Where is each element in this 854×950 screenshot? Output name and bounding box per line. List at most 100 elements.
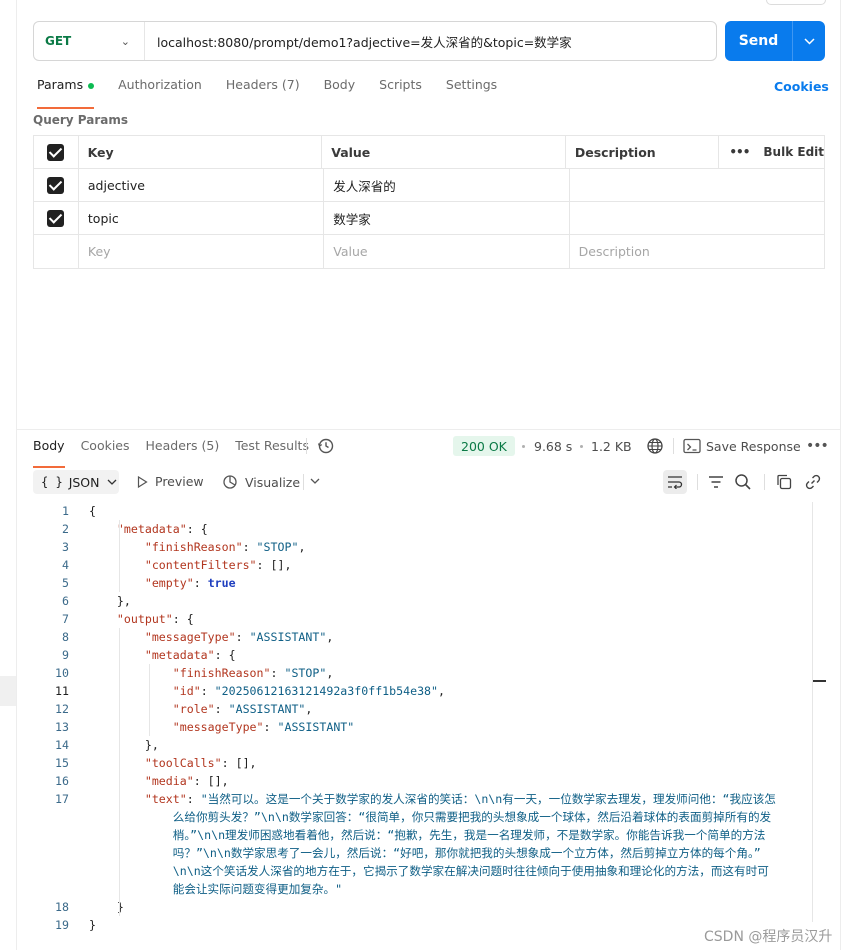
code-line: 7 "output": {	[33, 610, 826, 628]
code-line: 17 "text": "当然可以。这是一个关于数学家的发人深省的笑话：\n\n有…	[33, 790, 826, 898]
code-text: }	[89, 918, 96, 932]
tab-response-body[interactable]: Body	[33, 438, 65, 468]
save-response-button[interactable]: Save Response	[706, 439, 801, 454]
line-number: 18	[55, 900, 69, 914]
table-header-row: Key Value Description ••• Bulk Edit	[34, 136, 824, 169]
watermark: CSDN @程序员汉升	[704, 929, 833, 945]
line-number: 6	[62, 594, 69, 608]
row-checkbox[interactable]	[47, 209, 65, 227]
param-description-field[interactable]	[570, 202, 824, 234]
line-number: 14	[55, 738, 69, 752]
search-icon[interactable]	[734, 473, 752, 491]
bulk-edit-button[interactable]: ••• Bulk Edit	[719, 136, 824, 168]
divider	[697, 474, 698, 490]
code-line: 15 "toolCalls": [],	[33, 754, 826, 772]
new-value-field[interactable]: Value	[324, 235, 570, 268]
code-line: 4 "contentFilters": [],	[33, 556, 826, 574]
param-description-field[interactable]	[570, 169, 824, 201]
code-line: 5 "empty": true	[33, 574, 826, 592]
top-toolbar-button[interactable]	[766, 0, 826, 5]
query-params-title: Query Params	[33, 113, 129, 127]
method-select[interactable]: GET ⌄	[34, 22, 145, 60]
send-options-chevron-icon[interactable]	[792, 21, 825, 61]
code-text: "toolCalls": [],	[144, 756, 257, 770]
tab-test-results[interactable]: Test Results	[235, 438, 309, 460]
code-text: "id": "20250612163121492a3f0ff1b54e38",	[172, 684, 446, 698]
preview-button[interactable]: Preview	[137, 474, 204, 489]
tab-body[interactable]: Body	[324, 77, 356, 99]
line-number: 11	[55, 684, 69, 698]
format-label: JSON	[68, 474, 100, 490]
status-badge[interactable]: 200 OK	[453, 436, 515, 456]
code-text: "metadata": {	[116, 522, 208, 536]
cookies-link[interactable]: Cookies	[774, 79, 829, 94]
divider	[303, 474, 304, 490]
scroll-marker	[813, 680, 826, 682]
tab-headers[interactable]: Headers (7)	[226, 77, 300, 99]
code-line: 11 "id": "20250612163121492a3f0ff1b54e38…	[33, 682, 826, 700]
wrap-lines-icon	[668, 476, 683, 489]
history-icon[interactable]	[317, 437, 335, 455]
tab-authorization[interactable]: Authorization	[118, 77, 202, 99]
table-row-new: Key Value Description	[34, 235, 824, 268]
select-all-checkbox[interactable]	[47, 143, 65, 161]
divider	[306, 438, 307, 454]
new-description-field[interactable]: Description	[570, 235, 824, 268]
tab-scripts[interactable]: Scripts	[379, 77, 422, 99]
row-check-cell	[34, 202, 79, 234]
format-select[interactable]: { } JSON	[33, 470, 119, 494]
chevron-down-icon	[107, 477, 117, 488]
code-text: "messageType": "ASSISTANT"	[172, 720, 355, 734]
response-time[interactable]: 9.68 s	[534, 439, 572, 454]
code-text: },	[89, 738, 159, 752]
row-checkbox[interactable]	[47, 176, 65, 194]
line-number: 10	[55, 666, 69, 680]
braces-icon: { }	[41, 475, 63, 489]
line-number: 9	[62, 648, 69, 662]
globe-icon[interactable]	[646, 437, 664, 455]
response-body-viewer[interactable]: 1{2 "metadata": {3 "finishReason": "STOP…	[33, 502, 826, 934]
param-value-field[interactable]: 数学家	[324, 202, 570, 234]
visualize-chevron-icon[interactable]	[310, 478, 320, 484]
code-line: 2 "metadata": {	[33, 520, 826, 538]
code-line: 13 "messageType": "ASSISTANT"	[33, 718, 826, 736]
code-text: "metadata": {	[144, 648, 236, 662]
response-tabs: Body Cookies Headers (5) Test Results	[33, 438, 325, 468]
tab-params[interactable]: Params	[37, 77, 95, 109]
more-horizontal-icon: •••	[729, 145, 750, 159]
url-input[interactable]: localhost:8080/prompt/demo1?adjective=发人…	[145, 32, 572, 51]
value-column-header: Value	[322, 136, 566, 168]
tab-settings[interactable]: Settings	[446, 77, 497, 99]
filter-icon[interactable]	[707, 473, 725, 491]
line-number: 8	[62, 630, 69, 644]
line-number: 5	[62, 576, 69, 590]
code-text: }	[89, 900, 124, 914]
line-number: 16	[55, 774, 69, 788]
new-key-field[interactable]: Key	[79, 235, 325, 268]
more-options-icon[interactable]: •••	[806, 438, 829, 454]
save-response-icon	[683, 438, 701, 454]
copy-icon[interactable]	[775, 473, 793, 491]
param-key-field[interactable]: adjective	[79, 169, 325, 201]
tab-response-cookies[interactable]: Cookies	[81, 438, 130, 460]
separator-dot	[522, 445, 525, 448]
code-scrollbar[interactable]	[812, 502, 826, 922]
line-number: 13	[55, 720, 69, 734]
indent-guide	[119, 628, 120, 916]
wrap-lines-button[interactable]	[663, 470, 687, 494]
code-text: "finishReason": "STOP",	[144, 540, 306, 554]
play-icon	[137, 475, 148, 488]
response-size[interactable]: 1.2 KB	[591, 439, 632, 454]
code-line: 1{	[33, 502, 826, 520]
code-line: 6 },	[33, 592, 826, 610]
send-button[interactable]: Send	[725, 21, 825, 61]
pane-resize-handle[interactable]	[17, 429, 840, 430]
code-line: 14 },	[33, 736, 826, 754]
param-value-field[interactable]: 发人深省的	[324, 169, 570, 201]
visualize-button[interactable]: Visualize	[222, 474, 300, 490]
link-icon[interactable]	[804, 473, 822, 491]
tab-response-headers[interactable]: Headers (5)	[146, 438, 220, 460]
send-button-label: Send	[738, 33, 779, 49]
query-params-table: Key Value Description ••• Bulk Edit adje…	[33, 135, 825, 269]
param-key-field[interactable]: topic	[79, 202, 325, 234]
